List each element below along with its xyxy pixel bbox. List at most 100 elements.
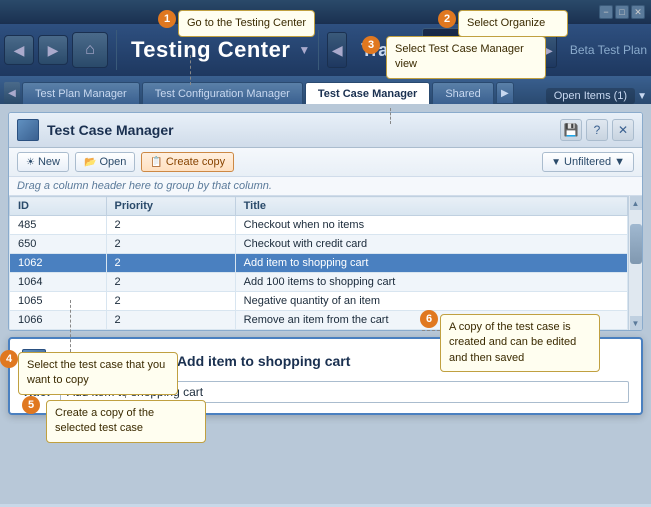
tab-right-section: Open Items (1) ▼ xyxy=(546,88,647,104)
left-arrow-icon: ◀ xyxy=(332,42,343,59)
table-row[interactable]: 10652Negative quantity of an item xyxy=(10,292,628,311)
table-row[interactable]: 10642Add 100 items to shopping cart xyxy=(10,273,628,292)
forward-button[interactable]: ▶ xyxy=(38,35,68,65)
home-button[interactable]: ⌂ xyxy=(72,32,108,68)
col-title: Title xyxy=(235,197,627,216)
tcm-close-button[interactable]: ✕ xyxy=(612,119,634,141)
table-row[interactable]: 4852Checkout when no items xyxy=(10,216,628,235)
app-title: Testing Center xyxy=(131,37,290,63)
tcm-panel: Test Case Manager 💾 ? ✕ ☀ New 📂 xyxy=(8,112,643,331)
cell-priority: 2 xyxy=(106,235,235,254)
open-label: Open xyxy=(99,156,126,168)
drag-hint: Drag a column header here to group by th… xyxy=(9,177,642,196)
copy-icon: 📋 xyxy=(150,157,162,168)
tab-test-case-manager[interactable]: Test Case Manager xyxy=(305,82,430,104)
new-icon: ☀ xyxy=(26,157,35,168)
table-header: ID Priority Title xyxy=(10,197,628,216)
right-arrow-icon: ▶ xyxy=(542,42,553,59)
new-label: New xyxy=(38,156,60,168)
cell-id: 650 xyxy=(10,235,107,254)
nav-bar: ◀ ▶ ⌂ Testing Center ▼ ◀ Track Organize … xyxy=(0,24,651,76)
new-tc-header: New Test Case 1*: Add item to shopping c… xyxy=(22,349,629,373)
cell-priority: 2 xyxy=(106,216,235,235)
cell-title: Negative quantity of an item xyxy=(235,292,627,311)
cell-title: Checkout with credit card xyxy=(235,235,627,254)
tab-label: Shared xyxy=(445,88,480,100)
new-tc-icon xyxy=(22,349,46,373)
tcm-header: Test Case Manager 💾 ? ✕ xyxy=(9,113,642,148)
track-nav-item[interactable]: Track xyxy=(351,36,418,65)
cell-title: Add 100 items to shopping cart xyxy=(235,273,627,292)
cell-title: Checkout when no items xyxy=(235,216,627,235)
title-input[interactable] xyxy=(60,381,629,403)
organize-nav-item[interactable]: Organize xyxy=(422,28,533,72)
cell-id: 1066 xyxy=(10,311,107,330)
app-title-dropdown[interactable]: ▼ xyxy=(298,43,310,57)
cell-id: 1064 xyxy=(10,273,107,292)
col-id: ID xyxy=(10,197,107,216)
scroll-down-button[interactable]: ▼ xyxy=(630,316,642,330)
tcm-save-button[interactable]: 💾 xyxy=(560,119,582,141)
open-button[interactable]: 📂 Open xyxy=(75,152,135,172)
table-row[interactable]: 10622Add item to shopping cart xyxy=(10,254,628,273)
close-window-button[interactable]: ✕ xyxy=(631,5,645,19)
tcm-icon xyxy=(17,119,39,141)
cell-title: Remove an item from the cart xyxy=(235,311,627,330)
open-icon: 📂 xyxy=(84,157,96,168)
table-wrapper: ID Priority Title 4852Checkout when no i… xyxy=(9,196,628,330)
tcm-actions-right: 💾 ? ✕ xyxy=(560,119,634,141)
main-content: Test Case Manager 💾 ? ✕ ☀ New 📂 xyxy=(0,104,651,504)
create-copy-label: Create copy xyxy=(166,156,225,168)
minimize-button[interactable]: − xyxy=(599,5,613,19)
organize-label: Organize xyxy=(439,40,516,61)
new-tc-form: Title: xyxy=(22,381,629,403)
tab-left-arrow[interactable]: ◀ xyxy=(4,82,20,104)
cell-priority: 2 xyxy=(106,292,235,311)
new-button[interactable]: ☀ New xyxy=(17,152,69,172)
scroll-up-button[interactable]: ▲ xyxy=(630,196,642,210)
cell-id: 485 xyxy=(10,216,107,235)
tcm-panel-title: Test Case Manager xyxy=(47,122,552,138)
col-priority: Priority xyxy=(106,197,235,216)
open-items-dropdown-icon[interactable]: ▼ xyxy=(637,91,647,102)
cell-priority: 2 xyxy=(106,254,235,273)
tab-shared[interactable]: Shared xyxy=(432,82,493,104)
nav-divider xyxy=(116,30,117,70)
beta-label: Beta Test Plan xyxy=(570,43,647,57)
create-copy-button[interactable]: 📋 Create copy xyxy=(141,152,234,172)
tab-bar: ◀ Test Plan Manager Test Configuration M… xyxy=(0,76,651,104)
new-tc-title: New Test Case 1*: Add item to shopping c… xyxy=(54,353,350,369)
tcm-help-button[interactable]: ? xyxy=(586,119,608,141)
close-icon: ✕ xyxy=(618,123,628,137)
tab-test-config-manager[interactable]: Test Configuration Manager xyxy=(142,82,303,104)
nav-right-section: Beta Test Plan xyxy=(570,43,647,57)
cell-title: Add item to shopping cart xyxy=(235,254,627,273)
cell-id: 1062 xyxy=(10,254,107,273)
cell-priority: 2 xyxy=(106,273,235,292)
tab-more-button[interactable]: ▶ xyxy=(496,82,514,104)
cell-priority: 2 xyxy=(106,311,235,330)
tab-test-plan-manager[interactable]: Test Plan Manager xyxy=(22,82,140,104)
data-table: ID Priority Title 4852Checkout when no i… xyxy=(9,196,628,330)
vertical-scrollbar[interactable]: ▲ ▼ xyxy=(628,196,642,330)
filter-label: Unfiltered xyxy=(564,156,611,168)
tab-label: Test Configuration Manager xyxy=(155,88,290,100)
title-label: Title: xyxy=(22,385,52,399)
title-bar: − □ ✕ xyxy=(0,0,651,24)
open-items-label[interactable]: Open Items (1) xyxy=(546,88,635,104)
table-row[interactable]: 6502Checkout with credit card xyxy=(10,235,628,254)
table-row[interactable]: 10662Remove an item from the cart xyxy=(10,311,628,330)
nav-left-arrow[interactable]: ◀ xyxy=(327,32,347,68)
filter-icon: ▼ xyxy=(551,157,561,168)
filter-button[interactable]: ▼ Unfiltered ▼ xyxy=(542,152,634,172)
filter-dropdown-icon: ▼ xyxy=(614,156,625,168)
nav-divider2 xyxy=(318,30,319,70)
tab-label: Test Plan Manager xyxy=(35,88,127,100)
back-button[interactable]: ◀ xyxy=(4,35,34,65)
scrollbar-thumb[interactable] xyxy=(630,224,642,264)
toolbar: ☀ New 📂 Open 📋 Create copy ▼ Unfiltered … xyxy=(9,148,642,177)
new-tc-panel: New Test Case 1*: Add item to shopping c… xyxy=(8,337,643,415)
home-icon: ⌂ xyxy=(85,41,95,59)
maximize-button[interactable]: □ xyxy=(615,5,629,19)
nav-right-arrow[interactable]: ▶ xyxy=(537,32,557,68)
